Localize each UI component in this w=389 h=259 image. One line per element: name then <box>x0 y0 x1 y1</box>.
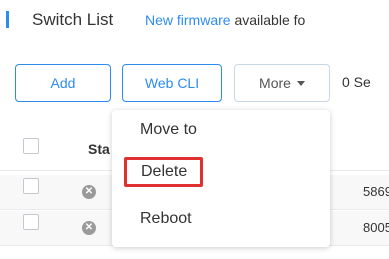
row-id-cell: 8005 <box>363 220 389 235</box>
web-cli-button[interactable]: Web CLI <box>122 64 222 102</box>
row-id-cell: 5869 <box>363 184 389 199</box>
menu-item-delete[interactable]: Delete <box>141 163 187 181</box>
new-firmware-link[interactable]: New firmware <box>145 12 231 28</box>
selected-count: 0 Se <box>342 74 371 90</box>
page-title: Switch List <box>32 10 114 29</box>
select-all-checkbox[interactable] <box>23 138 39 154</box>
menu-item-move-to[interactable]: Move to <box>140 121 197 139</box>
title-accent-bar <box>0 9 10 30</box>
more-button-label: More <box>259 75 291 91</box>
accent-line <box>6 11 9 28</box>
menu-item-reboot[interactable]: Reboot <box>140 210 192 228</box>
offline-status-icon: ✕ <box>82 185 96 199</box>
firmware-notice-text: available fo <box>230 12 306 28</box>
chevron-down-icon <box>296 80 305 86</box>
column-header-status[interactable]: Sta <box>88 141 110 157</box>
firmware-notice: New firmware available fo <box>145 12 305 28</box>
add-button[interactable]: Add <box>15 64 111 102</box>
more-dropdown-menu: Move to Delete Reboot <box>112 110 330 247</box>
offline-status-icon: ✕ <box>82 221 96 235</box>
row-checkbox[interactable] <box>23 178 39 194</box>
switch-list-page: Switch List New firmware available fo Ad… <box>0 0 389 259</box>
more-button[interactable]: More <box>234 64 330 102</box>
row-checkbox[interactable] <box>23 214 39 230</box>
